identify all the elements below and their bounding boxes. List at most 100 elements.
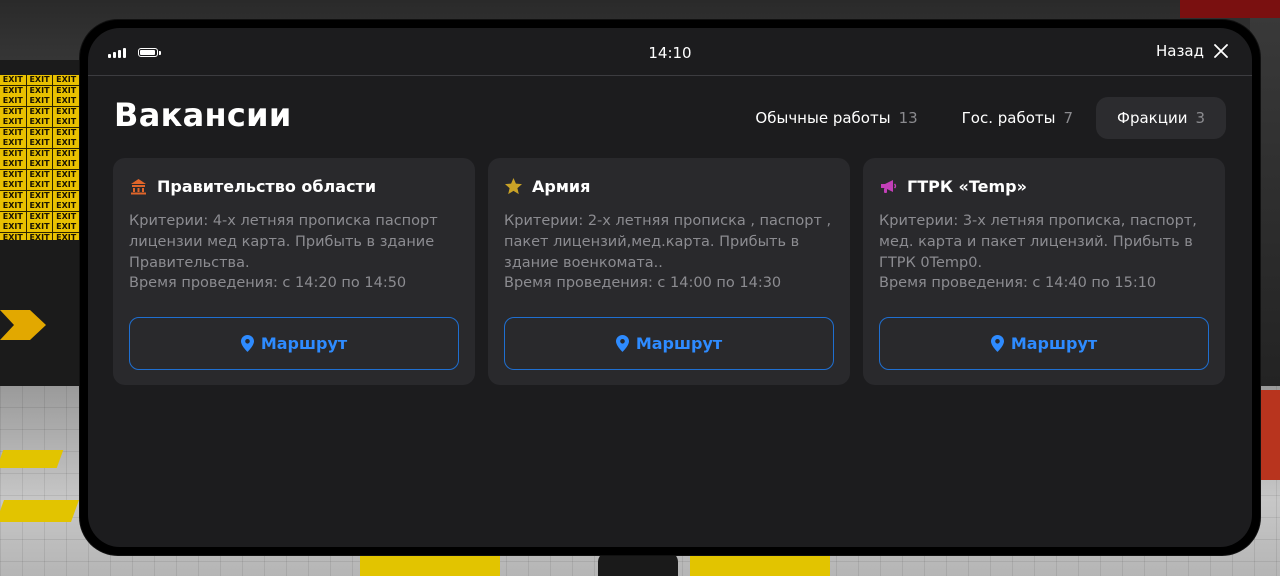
exit-sign: EXIT [53,190,80,201]
exit-sign-row: EXIT EXIT EXIT [0,159,80,170]
exit-sign-row: EXIT EXIT EXIT [0,211,80,223]
government-building-icon [129,177,148,196]
exit-sign: EXIT [0,159,26,169]
route-button-label: Маршрут [260,334,348,353]
exit-sign: EXIT [53,232,80,240]
exit-sign: EXIT [53,148,80,159]
tab-label: Обычные работы [755,109,891,127]
tab-label: Фракции [1117,109,1188,127]
exit-sign: EXIT [53,222,80,232]
exit-sign: EXIT [53,159,80,169]
exit-sign: EXIT [53,180,80,190]
exit-sign: EXIT [26,85,53,96]
exit-sign: EXIT [26,211,53,222]
exit-sign: EXIT [53,138,80,148]
exit-sign: EXIT [0,117,26,127]
exit-sign-row: EXIT EXIT EXIT [0,201,80,212]
location-pin-icon [615,335,629,352]
exit-sign: EXIT [53,75,80,85]
exit-sign: EXIT [0,127,26,138]
exit-sign-row: EXIT EXIT EXIT [0,169,80,181]
exit-sign-row: EXIT EXIT EXIT [0,138,80,149]
exit-sign: EXIT [0,148,26,159]
card-criteria: Критерии: 3-х летняя прописка, паспорт, … [879,213,1197,271]
route-button[interactable]: Маршрут [879,317,1209,370]
exit-sign: EXIT [26,159,53,169]
exit-sign: EXIT [26,222,53,232]
location-pin-icon [240,335,254,352]
tab-government-jobs[interactable]: Гос. работы 7 [941,97,1094,139]
exit-sign-row: EXIT EXIT EXIT [0,106,80,118]
page-title: Вакансии [114,96,292,134]
exit-sign: EXIT [0,232,26,240]
megaphone-icon [879,177,898,196]
card-description: Критерии: 2-х летняя прописка , паспорт … [504,211,840,294]
route-button[interactable]: Маршрут [504,317,834,370]
exit-sign: EXIT [53,117,80,127]
vacancy-list: Правительство области Критерии: 4-х летн… [113,158,1225,385]
status-time: 14:10 [648,44,692,62]
exit-sign-row: EXIT EXIT EXIT [0,148,80,160]
card-criteria: Критерии: 2-х летняя прописка , паспорт … [504,213,832,271]
tab-count: 7 [1063,109,1074,127]
exit-sign: EXIT [0,222,26,232]
exit-sign: EXIT [26,127,53,138]
exit-sign-row: EXIT EXIT EXIT [0,96,80,107]
exit-sign: EXIT [26,232,53,240]
exit-sign: EXIT [26,148,53,159]
vacancy-card: Правительство области Критерии: 4-х летн… [113,158,475,385]
exit-sign: EXIT [0,190,26,201]
vacancy-card: Армия Критерии: 2-х летняя прописка , па… [488,158,850,385]
card-header: ГТРК «Temp» [879,177,1027,196]
red-sign [1180,0,1280,18]
back-label: Назад [1155,42,1204,60]
player-boot [598,552,678,576]
floor-marking [0,500,80,522]
status-bar: 14:10 Назад [88,28,1252,76]
exit-sign: EXIT [53,85,80,96]
exit-sign-row: EXIT EXIT EXIT [0,75,80,86]
exit-sign-row: EXIT EXIT EXIT [0,190,80,202]
exit-sign-row: EXIT EXIT EXIT [0,117,80,128]
card-description: Критерии: 3-х летняя прописка, паспорт, … [879,211,1215,294]
exit-sign: EXIT [53,106,80,117]
card-criteria: Критерии: 4-х летняя прописка паспорт ли… [129,213,438,271]
route-button-label: Маршрут [1010,334,1098,353]
exit-sign: EXIT [26,106,53,117]
exit-sign: EXIT [0,75,26,85]
exit-sign: EXIT [0,201,26,211]
exit-sign-row: EXIT EXIT EXIT [0,222,80,233]
exit-sign: EXIT [0,85,26,96]
route-button[interactable]: Маршрут [129,317,459,370]
exit-sign: EXIT [0,169,26,180]
phone-screen: 14:10 Назад Вакансии Обычные работы 13 Г… [88,28,1252,547]
tab-count: 3 [1195,109,1205,127]
vacancy-card: ГТРК «Temp» Критерии: 3-х летняя прописк… [863,158,1225,385]
exit-sign: EXIT [26,96,53,106]
exit-sign: EXIT [53,96,80,106]
card-description: Критерии: 4-х летняя прописка паспорт ли… [129,211,465,294]
exit-sign: EXIT [0,211,26,222]
tab-factions[interactable]: Фракции 3 [1096,97,1226,139]
tab-regular-jobs[interactable]: Обычные работы 13 [734,97,938,139]
exit-sign-row: EXIT EXIT EXIT [0,127,80,139]
exit-sign: EXIT [0,106,26,117]
exit-sign: EXIT [26,75,53,85]
exit-sign: EXIT [53,211,80,222]
floor-marking [360,556,500,576]
exit-sign: EXIT [0,180,26,190]
floor-marking [0,450,64,468]
exit-sign-row: EXIT EXIT EXIT [0,232,80,240]
star-icon [504,177,523,196]
exit-sign: EXIT [26,117,53,127]
phone-frame: 14:10 Назад Вакансии Обычные работы 13 Г… [80,20,1260,555]
location-pin-icon [990,335,1004,352]
card-time: Время проведения: с 14:40 по 15:10 [879,275,1157,292]
card-time: Время проведения: с 14:20 по 14:50 [129,275,407,292]
card-header: Правительство области [129,177,376,196]
yellow-chevron-icon [0,310,46,340]
back-button[interactable]: Назад [1156,42,1228,60]
tab-label: Гос. работы [961,109,1056,127]
tab-count: 13 [898,109,918,127]
exit-sign: EXIT [26,138,53,148]
